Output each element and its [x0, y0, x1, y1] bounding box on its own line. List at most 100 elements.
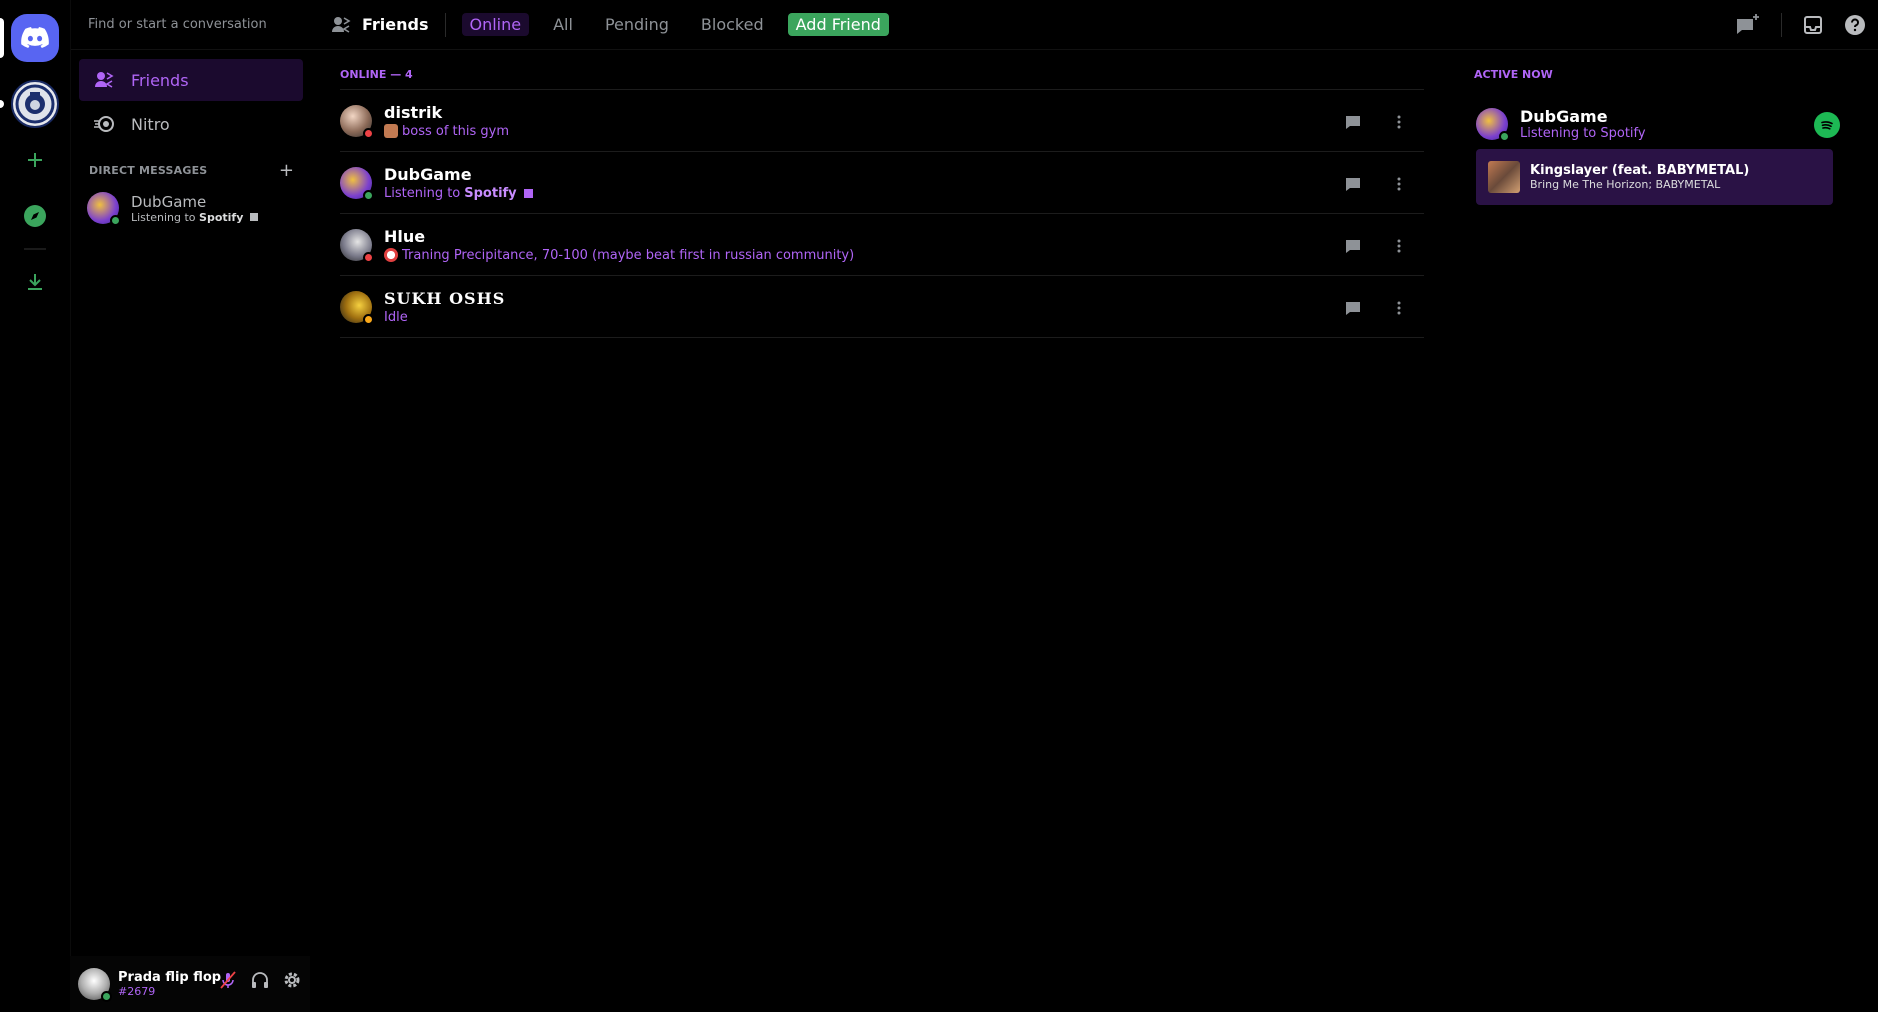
tab-blocked[interactable]: Blocked — [693, 13, 772, 36]
create-dm-plus-icon[interactable]: + — [279, 161, 294, 179]
server-icon[interactable] — [11, 80, 59, 128]
sidebar-item-label: Nitro — [131, 114, 170, 134]
idle-status-icon — [363, 313, 374, 325]
download-apps-button[interactable] — [11, 258, 59, 306]
friend-status: Idle — [384, 310, 505, 325]
status-app: Spotify — [464, 185, 517, 201]
tab-all[interactable]: All — [545, 13, 581, 36]
active-now-card[interactable]: DubGame Listening to Spotify Kingslayer … — [1460, 97, 1860, 215]
discord-logo-icon — [21, 27, 49, 48]
friends-icon — [95, 72, 114, 88]
search-bar[interactable]: Find or start a conversation — [71, 0, 311, 50]
friend-status: Traning Precipitance, 70-100 (maybe beat… — [384, 248, 854, 263]
more-options-button[interactable] — [1382, 229, 1416, 263]
selected-indicator — [0, 18, 4, 58]
clown-emoji-icon — [384, 248, 398, 262]
message-button[interactable] — [1336, 105, 1370, 139]
tab-pending[interactable]: Pending — [597, 13, 677, 36]
direct-messages-header: DIRECT MESSAGES + — [89, 161, 294, 179]
album-art — [1488, 161, 1520, 193]
message-button[interactable] — [1336, 291, 1370, 325]
avatar — [340, 104, 374, 139]
online-status-icon — [1499, 131, 1510, 142]
page-title-label: Friends — [362, 15, 429, 34]
explore-servers-button[interactable] — [11, 192, 59, 240]
gear-icon[interactable] — [282, 970, 302, 990]
tab-online[interactable]: Online — [461, 13, 530, 36]
top-bar: Friends Online All Pending Blocked Add F… — [310, 0, 1878, 50]
track-artist: Bring Me The Horizon; BABYMETAL — [1530, 178, 1721, 191]
headphones-icon[interactable] — [250, 970, 270, 990]
dm-item-dubgame[interactable]: DubGame Listening to Spotify — [79, 186, 303, 230]
activity-prefix: Listening to — [131, 210, 196, 224]
mute-microphone-icon[interactable] — [218, 970, 238, 990]
friends-icon — [332, 16, 351, 33]
active-now-title: ACTIVE NOW — [1474, 68, 1553, 81]
plus-icon — [28, 153, 42, 167]
user-tag: #2679 — [118, 985, 156, 998]
friend-status: Listening to Spotify — [384, 186, 533, 201]
avatar — [340, 166, 374, 201]
chat-bubble-icon — [1346, 302, 1360, 315]
download-icon — [28, 274, 42, 290]
friend-row[interactable]: Hlue Traning Precipitance, 70-100 (maybe… — [340, 214, 1424, 276]
sidebar-item-nitro[interactable]: Nitro — [79, 103, 303, 145]
active-user-activity: Listening to Spotify — [1520, 126, 1646, 141]
add-server-button[interactable] — [11, 136, 59, 184]
user-panel: Prada flip flop #2679 — [70, 956, 310, 1012]
custom-status-emoji-icon — [384, 124, 398, 138]
online-status-icon — [110, 215, 121, 226]
more-vertical-icon — [1397, 177, 1401, 191]
inbox-icon[interactable] — [1802, 14, 1824, 36]
more-options-button[interactable] — [1382, 167, 1416, 201]
more-vertical-icon — [1397, 239, 1401, 253]
friend-row[interactable]: SUKH OSHS Idle — [340, 276, 1424, 338]
unread-indicator — [0, 100, 4, 108]
friends-list: ONLINE — 4 distrik boss of this gym DubG… — [340, 58, 1424, 338]
spotify-icon — [1814, 112, 1840, 138]
dnd-status-icon — [363, 251, 374, 263]
page-title: Friends — [330, 12, 446, 37]
dm-activity: Listening to Spotify — [131, 211, 258, 224]
search-placeholder[interactable]: Find or start a conversation — [88, 17, 267, 32]
friend-name: distrik — [384, 102, 443, 122]
dnd-status-icon — [363, 127, 374, 139]
username: Prada flip flop — [118, 970, 222, 985]
active-user-name: DubGame — [1520, 107, 1608, 126]
friend-name: DubGame — [384, 164, 472, 184]
rich-presence-icon — [249, 212, 258, 221]
more-options-button[interactable] — [1382, 105, 1416, 139]
home-button[interactable] — [11, 14, 59, 62]
activity-app: Spotify — [199, 210, 244, 224]
user-avatar[interactable] — [78, 968, 112, 1002]
online-status-icon — [363, 189, 374, 201]
online-status-icon — [101, 991, 112, 1002]
dm-sidebar: Find or start a conversation Friends Nit… — [70, 0, 311, 1012]
friend-row[interactable]: DubGame Listening to Spotify — [340, 152, 1424, 214]
more-vertical-icon — [1397, 301, 1401, 315]
sidebar-item-friends[interactable]: Friends — [79, 59, 303, 101]
dm-name: DubGame — [131, 192, 207, 211]
nitro-icon — [94, 116, 114, 132]
server-emblem-icon — [15, 84, 55, 124]
status-text: boss of this gym — [402, 123, 510, 139]
friend-status: boss of this gym — [384, 124, 509, 139]
message-button[interactable] — [1336, 229, 1370, 263]
chat-bubble-icon — [1346, 240, 1360, 253]
status-text: Idle — [384, 309, 408, 325]
friend-name: Hlue — [384, 226, 426, 246]
avatar — [87, 192, 121, 226]
now-playing-track[interactable]: Kingslayer (feat. BABYMETAL) Bring Me Th… — [1476, 149, 1833, 205]
server-rail — [0, 0, 70, 1012]
status-prefix: Listening to — [384, 185, 461, 201]
avatar — [340, 290, 374, 325]
active-now-panel: ACTIVE NOW DubGame Listening to Spotify … — [1460, 58, 1860, 215]
new-group-dm-icon[interactable] — [1735, 13, 1761, 37]
more-options-button[interactable] — [1382, 291, 1416, 325]
friend-row[interactable]: distrik boss of this gym — [340, 90, 1424, 152]
help-icon[interactable] — [1844, 14, 1866, 36]
rail-divider — [24, 248, 46, 250]
message-button[interactable] — [1336, 167, 1370, 201]
track-title: Kingslayer (feat. BABYMETAL) — [1530, 163, 1750, 178]
add-friend-button[interactable]: Add Friend — [787, 13, 889, 36]
